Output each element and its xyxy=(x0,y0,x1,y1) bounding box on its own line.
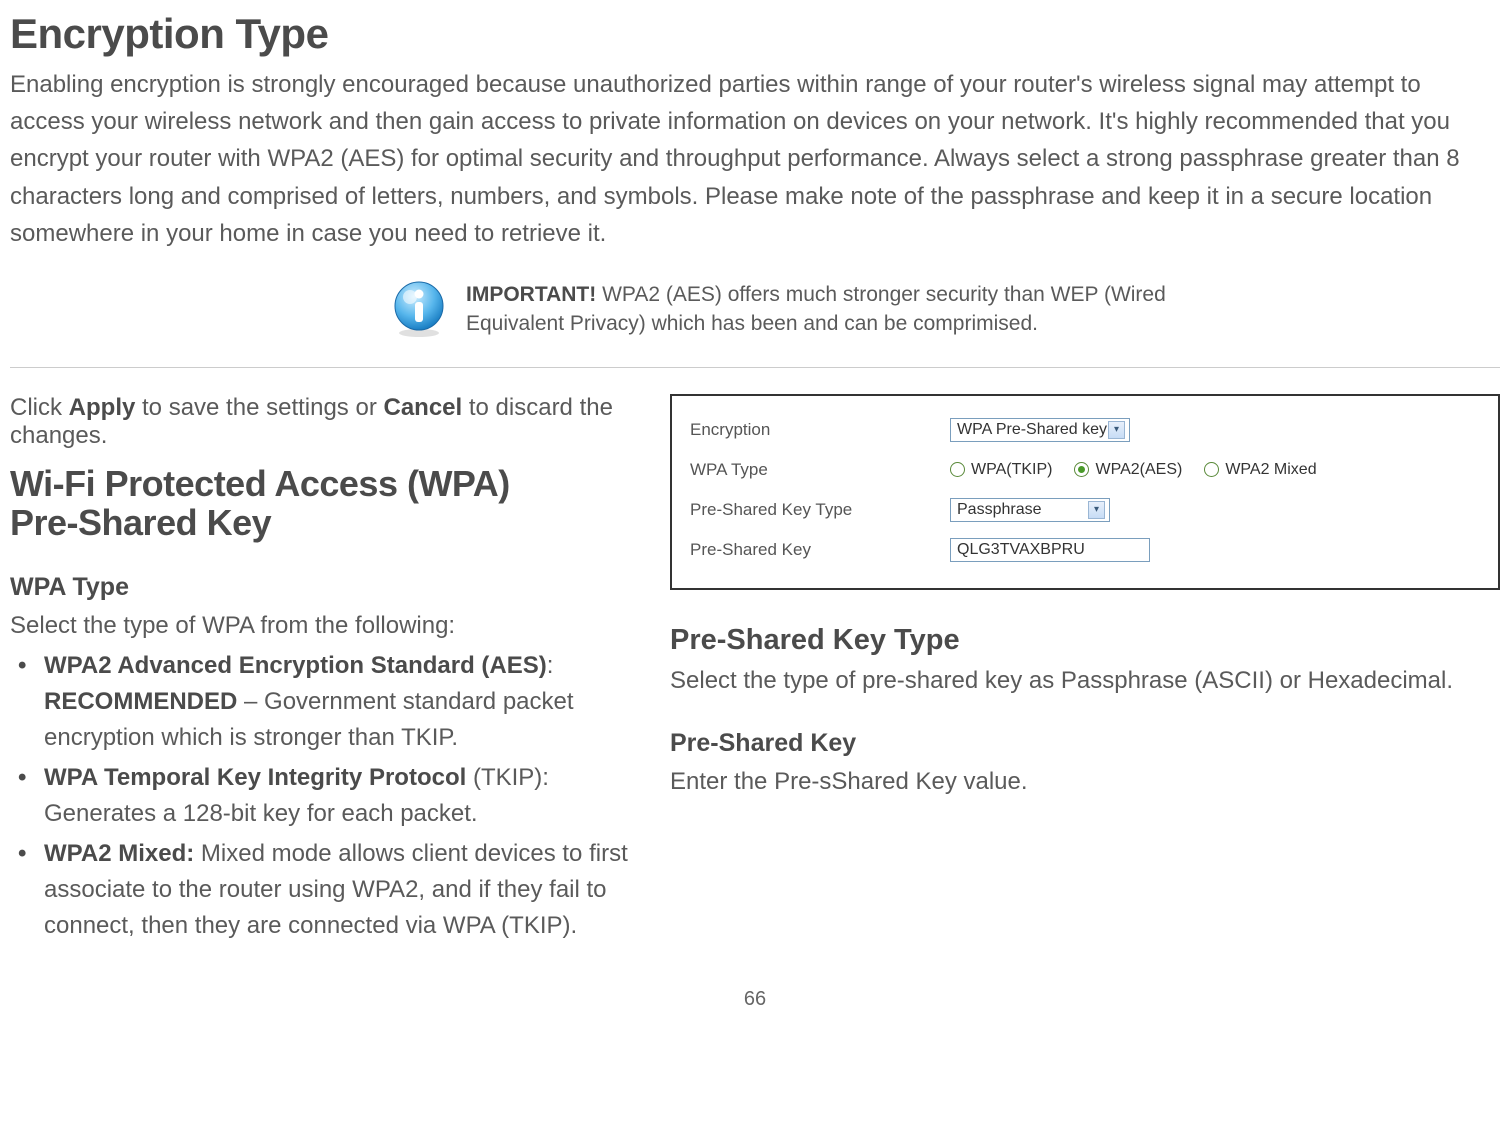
psk-type-body: Select the type of pre-shared key as Pas… xyxy=(670,663,1500,699)
text-bold: WPA2 Advanced Encryption Standard (AES) xyxy=(44,652,547,679)
info-icon xyxy=(390,280,448,338)
psk-heading: Pre-Shared Key xyxy=(670,729,1500,758)
important-callout: IMPORTANT! WPA2 (AES) offers much strong… xyxy=(390,280,1500,339)
wpa-type-intro: Select the type of WPA from the followin… xyxy=(10,608,630,644)
radio-icon xyxy=(1204,462,1219,477)
text: Click xyxy=(10,394,69,421)
text: Wi-Fi Protected Access (WPA) xyxy=(10,463,510,504)
text-bold: WPA Temporal Key Integrity Protocol xyxy=(44,764,466,791)
table-row: Pre-Shared Key QLG3TVAXBPRU xyxy=(690,530,1480,570)
select-value: Passphrase xyxy=(957,501,1042,519)
radio-label: WPA(TKIP) xyxy=(971,461,1052,479)
radio-label: WPA2 Mixed xyxy=(1225,461,1316,479)
radio-wpa2-mixed[interactable]: WPA2 Mixed xyxy=(1204,461,1316,479)
important-label: IMPORTANT! xyxy=(466,283,596,306)
apply-label: Apply xyxy=(69,394,136,421)
list-item: WPA Temporal Key Integrity Protocol (TKI… xyxy=(10,760,630,832)
cancel-label: Cancel xyxy=(383,394,462,421)
radio-label: WPA2(AES) xyxy=(1095,461,1182,479)
wpa-type-label: WPA Type xyxy=(690,460,950,480)
intro-paragraph: Enabling encryption is strongly encourag… xyxy=(10,66,1500,252)
select-value: WPA Pre-Shared key xyxy=(957,421,1107,439)
psk-label: Pre-Shared Key xyxy=(690,540,950,560)
list-item: WPA2 Advanced Encryption Standard (AES):… xyxy=(10,648,630,756)
important-text: IMPORTANT! WPA2 (AES) offers much strong… xyxy=(466,280,1166,339)
apply-cancel-instruction: Click Apply to save the settings or Canc… xyxy=(10,394,630,450)
encryption-select[interactable]: WPA Pre-Shared key ▾ xyxy=(950,418,1130,442)
radio-wpa2-aes[interactable]: WPA2(AES) xyxy=(1074,461,1182,479)
radio-wpa-tkip[interactable]: WPA(TKIP) xyxy=(950,461,1052,479)
radio-icon xyxy=(950,462,965,477)
psk-body: Enter the Pre-sShared Key value. xyxy=(670,764,1500,800)
divider xyxy=(10,367,1500,368)
page-number: 66 xyxy=(10,988,1500,1011)
text-bold: WPA2 Mixed: xyxy=(44,840,194,867)
table-row: WPA Type WPA(TKIP) WPA2(AES) WPA2 Mixed xyxy=(690,450,1480,490)
radio-icon xyxy=(1074,462,1089,477)
list-item: WPA2 Mixed: Mixed mode allows client dev… xyxy=(10,836,630,944)
wpa-type-heading: WPA Type xyxy=(10,573,630,602)
table-row: Encryption WPA Pre-Shared key ▾ xyxy=(690,410,1480,450)
encryption-label: Encryption xyxy=(690,420,950,440)
text: to save the settings or xyxy=(135,394,383,421)
chevron-down-icon: ▾ xyxy=(1108,421,1125,439)
psk-type-label: Pre-Shared Key Type xyxy=(690,500,950,520)
chevron-down-icon: ▾ xyxy=(1088,501,1105,519)
psk-type-heading: Pre-Shared Key Type xyxy=(670,624,1500,657)
text-bold: RECOMMENDED xyxy=(44,688,237,715)
text: Pre-Shared Key xyxy=(10,502,271,543)
page-title: Encryption Type xyxy=(10,10,1500,58)
settings-panel-screenshot: Encryption WPA Pre-Shared key ▾ WPA Type… xyxy=(670,394,1500,590)
psk-input[interactable]: QLG3TVAXBPRU xyxy=(950,538,1150,562)
text: : xyxy=(547,652,554,679)
section-heading-wpa-psk: Wi-Fi Protected Access (WPA) Pre-Shared … xyxy=(10,464,630,543)
table-row: Pre-Shared Key Type Passphrase ▾ xyxy=(690,490,1480,530)
psk-type-select[interactable]: Passphrase ▾ xyxy=(950,498,1110,522)
